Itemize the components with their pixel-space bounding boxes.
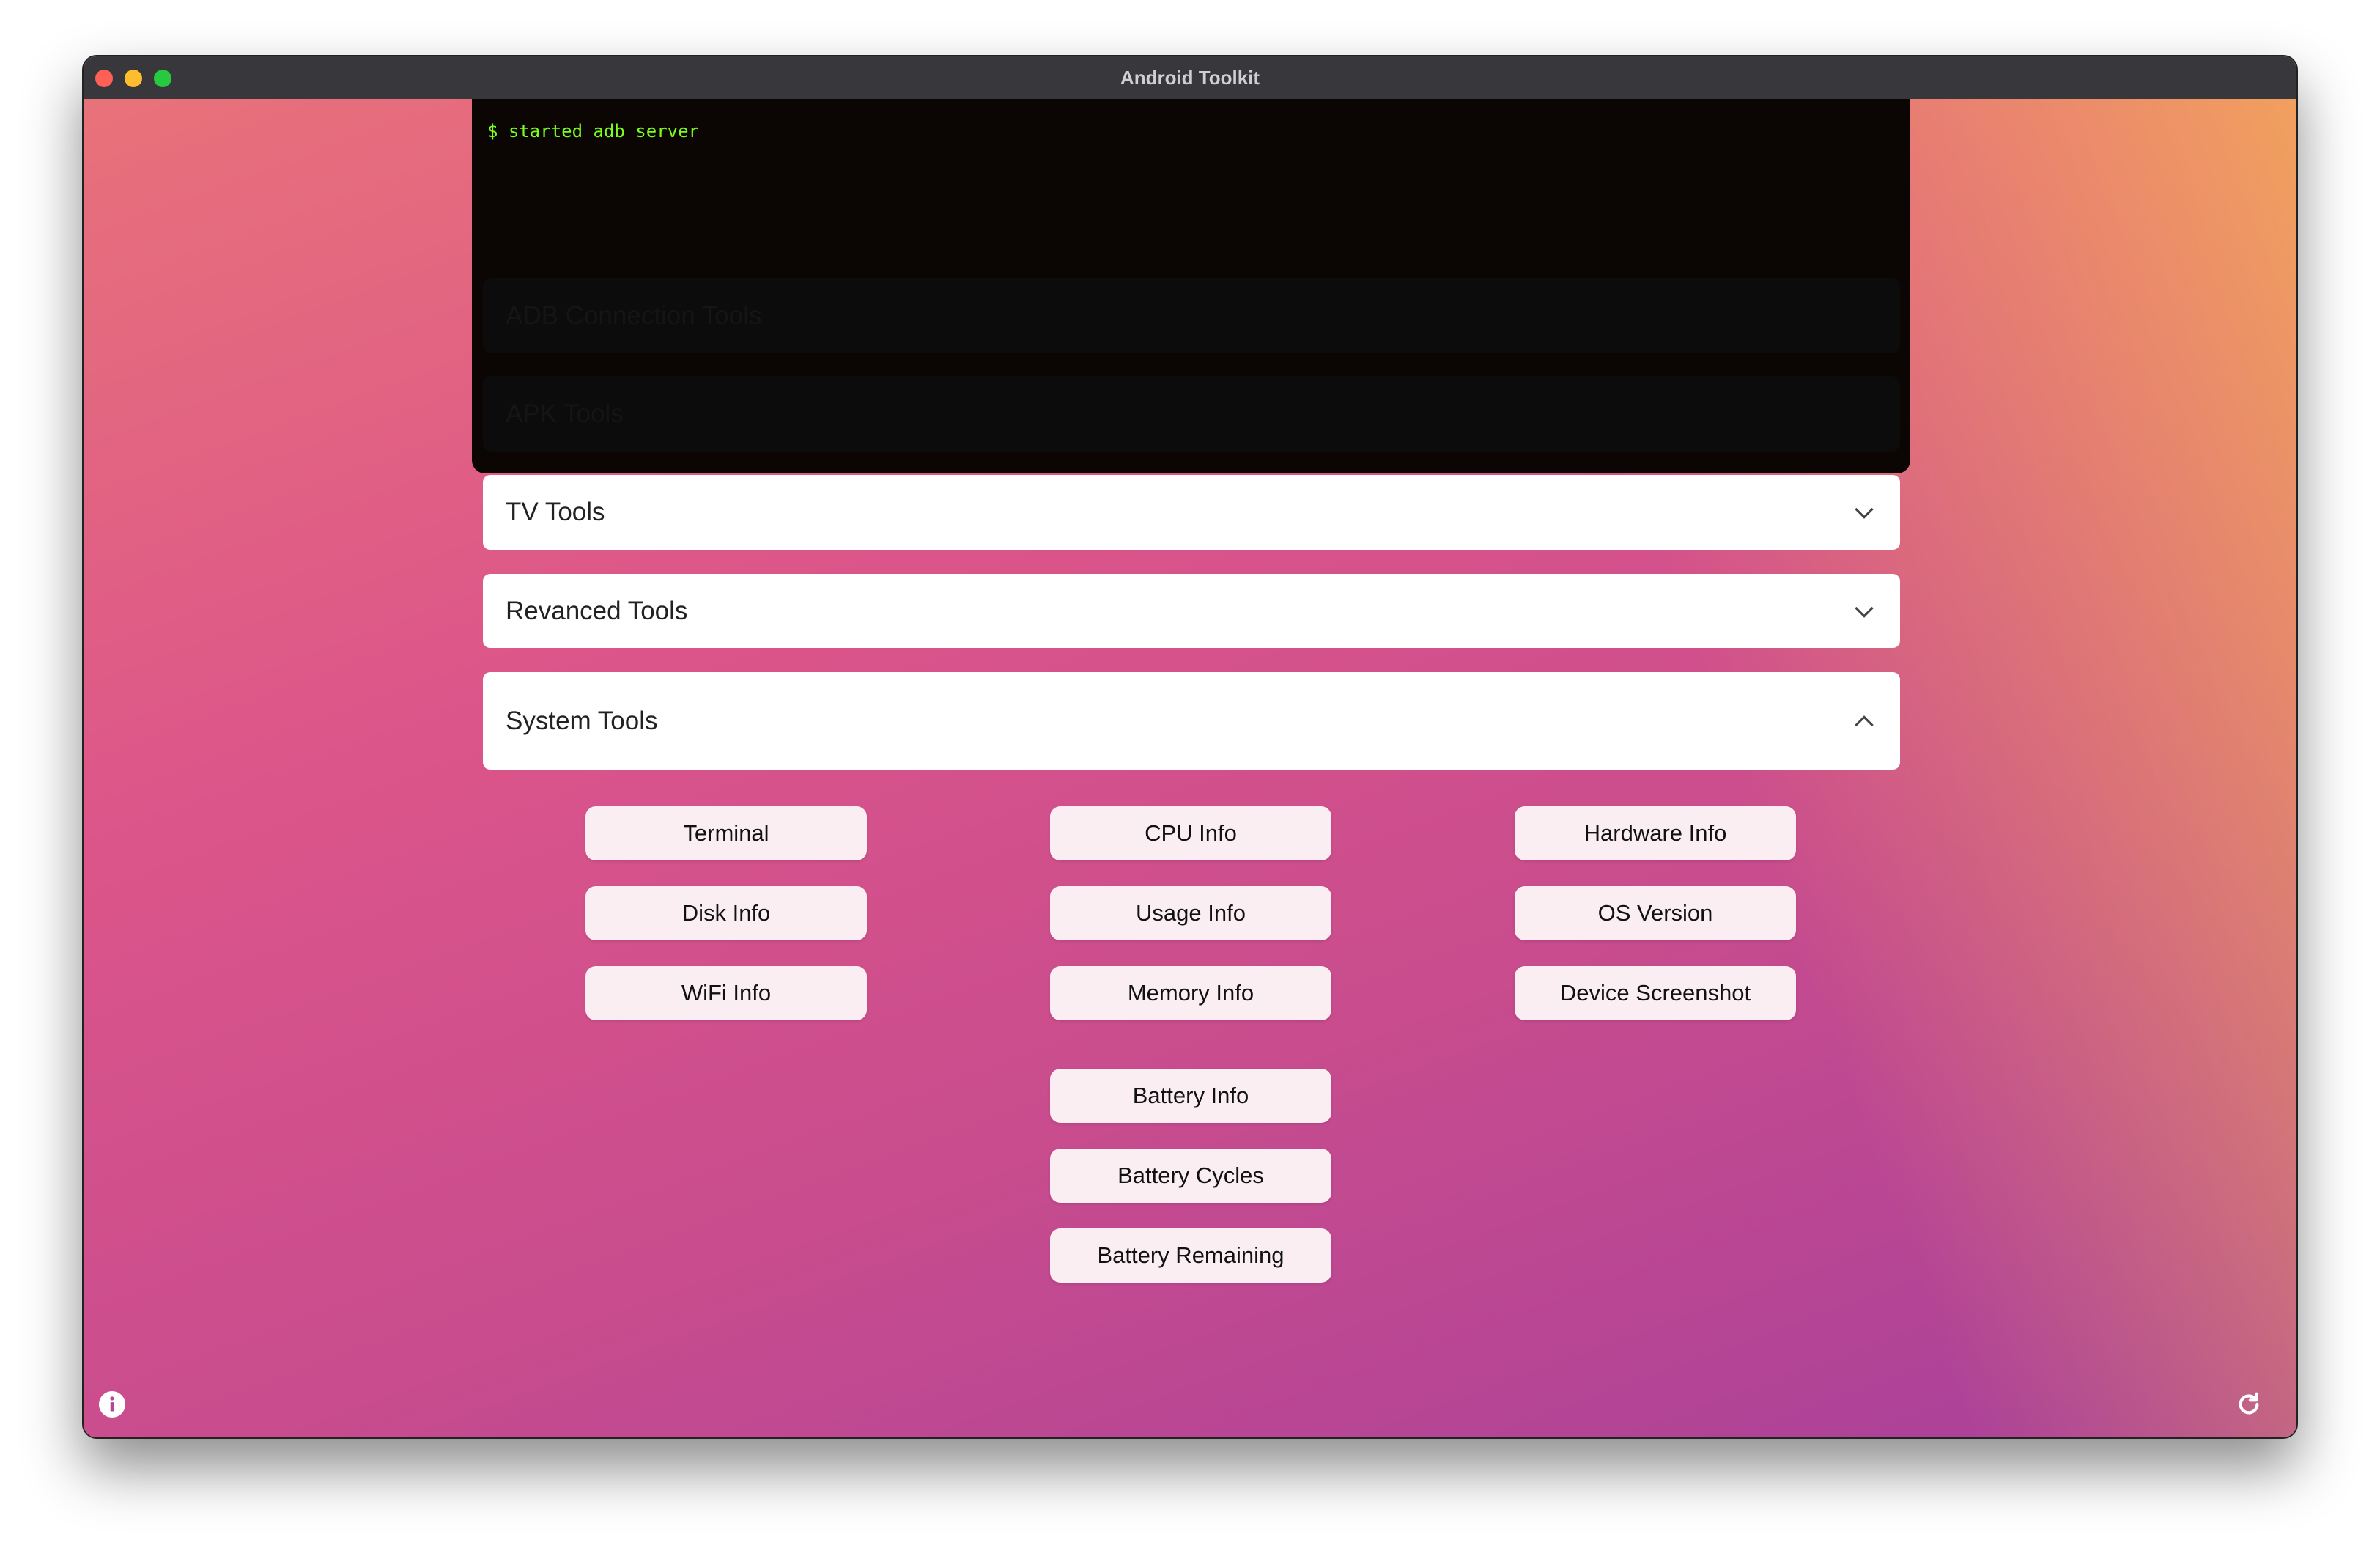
battery-remaining-button[interactable]: Battery Remaining (1050, 1228, 1331, 1283)
refresh-icon[interactable] (2235, 1390, 2263, 1418)
section-label: TV Tools (506, 498, 605, 526)
info-icon[interactable] (98, 1390, 126, 1418)
hardware-info-button[interactable]: Hardware Info (1515, 806, 1796, 860)
section-label: APK Tools (506, 399, 624, 428)
cpu-info-button[interactable]: CPU Info (1050, 806, 1331, 860)
terminal-text: $ started adb server (487, 121, 699, 141)
chevron-down-icon (1855, 598, 1874, 618)
os-version-button[interactable]: OS Version (1515, 886, 1796, 940)
memory-info-button[interactable]: Memory Info (1050, 966, 1331, 1020)
chevron-up-icon (1855, 715, 1874, 734)
wifi-info-button[interactable]: WiFi Info (585, 966, 867, 1020)
section-apk-tools[interactable]: APK Tools (483, 376, 1900, 452)
device-screenshot-button[interactable]: Device Screenshot (1515, 966, 1796, 1020)
window-title: Android Toolkit (1120, 66, 1260, 89)
terminal-output: $ started adb server ADB Connection Tool… (472, 99, 1910, 473)
close-window-button[interactable] (95, 70, 113, 87)
section-system-tools[interactable]: System Tools (483, 672, 1900, 770)
section-adb-connection-tools[interactable]: ADB Connection Tools (483, 278, 1900, 353)
chevron-down-icon (1855, 500, 1874, 519)
disk-info-button[interactable]: Disk Info (585, 886, 867, 940)
minimize-window-button[interactable] (125, 70, 142, 87)
section-revanced-tools[interactable]: Revanced Tools (483, 574, 1900, 648)
app-window: Android Toolkit $ started adb server ADB… (82, 55, 2298, 1439)
section-label: ADB Connection Tools (506, 301, 762, 330)
title-bar: Android Toolkit (84, 56, 2296, 99)
usage-info-button[interactable]: Usage Info (1050, 886, 1331, 940)
section-label: Revanced Tools (506, 596, 688, 625)
section-label: System Tools (506, 706, 658, 735)
main-content: $ started adb server ADB Connection Tool… (84, 99, 2296, 1437)
battery-info-button[interactable]: Battery Info (1050, 1069, 1331, 1123)
terminal-button[interactable]: Terminal (585, 806, 867, 860)
maximize-window-button[interactable] (154, 70, 171, 87)
section-tv-tools[interactable]: TV Tools (483, 475, 1900, 550)
battery-cycles-button[interactable]: Battery Cycles (1050, 1149, 1331, 1203)
